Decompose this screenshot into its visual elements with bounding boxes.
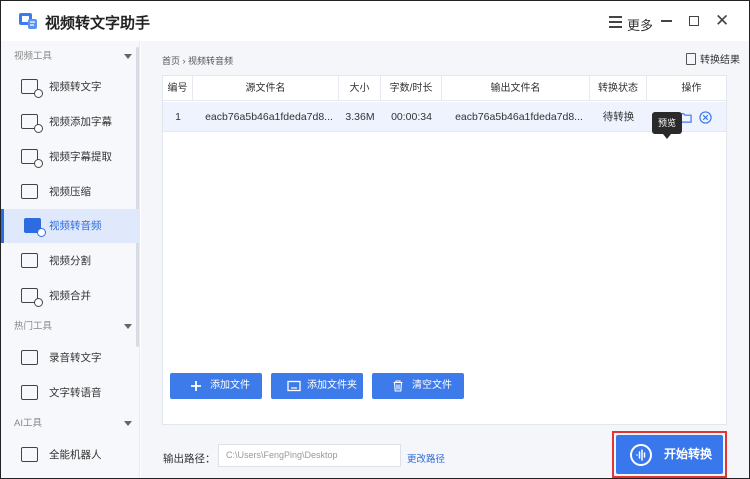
- change-path-link[interactable]: 更改路径: [407, 451, 445, 465]
- video-text-icon: [21, 79, 43, 98]
- cell-output-name: eacb76a5b46a1fdeda7d8...: [455, 111, 583, 123]
- delete-circle-icon[interactable]: [699, 111, 712, 124]
- cell-duration: 00:00:34: [391, 111, 432, 123]
- cell-index: 1: [175, 111, 181, 123]
- sidebar-item-text-to-speech[interactable]: 文字转语音: [1, 376, 140, 410]
- title-bar: 视频转文字助手 更多 ✕: [1, 1, 749, 41]
- plus-icon: [191, 381, 201, 391]
- start-button-highlight: 开始转换: [612, 431, 727, 478]
- sidebar-item-robot[interactable]: 全能机器人: [1, 438, 140, 472]
- column-header: 大小: [339, 76, 381, 101]
- main-content: 首页 › 视频转音频 转换结果 编号 源文件名 大小 字数/时长 输出文件名 转…: [141, 41, 749, 478]
- column-header: 转换状态: [590, 76, 647, 101]
- sidebar-item-recording-to-text[interactable]: 录音转文字: [1, 341, 140, 375]
- more-menu[interactable]: 更多: [627, 15, 653, 34]
- table-header: 编号 源文件名 大小 字数/时长 输出文件名 转换状态 操作: [163, 76, 726, 101]
- video-subtitle-icon: [21, 114, 43, 133]
- sidebar-item-video-to-text[interactable]: 视频转文字: [1, 70, 140, 104]
- sidebar-item-merge[interactable]: 视频合并: [1, 279, 140, 313]
- video-merge-icon: [21, 288, 43, 307]
- menu-icon[interactable]: [609, 16, 622, 31]
- chevron-down-icon: [124, 421, 132, 426]
- cell-source-name: eacb76a5b46a1fdeda7d8...: [205, 111, 333, 123]
- table-row[interactable]: 1 eacb76a5b46a1fdeda7d8... 3.36M 00:00:3…: [163, 102, 726, 132]
- sidebar-item-extract-subtitles[interactable]: 视频字幕提取: [1, 140, 140, 174]
- column-header: 源文件名: [193, 76, 339, 101]
- sidebar-item-add-subtitles[interactable]: 视频添加字幕: [1, 105, 140, 139]
- app-title: 视频转文字助手: [45, 15, 151, 32]
- audio-wave-icon: [630, 444, 652, 466]
- output-path-label: 输出路径：: [163, 453, 216, 465]
- cell-size: 3.36M: [345, 111, 375, 123]
- maximize-button[interactable]: [689, 16, 699, 26]
- sidebar-item-compress[interactable]: 视频压缩: [1, 175, 140, 209]
- sidebar-section-hot-tools[interactable]: 热门工具: [1, 315, 140, 339]
- chevron-down-icon: [124, 54, 132, 59]
- sidebar: 视频工具 视频转文字 视频添加字幕 视频字幕提取 视频压缩 视频转音频 视频分割…: [1, 41, 140, 478]
- tv-icon: [21, 184, 38, 199]
- breadcrumb: 首页 › 视频转音频: [162, 56, 233, 66]
- app-logo-icon: [19, 13, 37, 29]
- conversion-results-link[interactable]: 转换结果: [686, 51, 740, 66]
- add-folder-button[interactable]: 添加文件夹: [271, 373, 363, 399]
- start-conversion-button[interactable]: 开始转换: [616, 435, 723, 474]
- text-speech-icon: [21, 385, 38, 400]
- sidebar-section-ai-tools[interactable]: AI工具: [1, 412, 140, 436]
- file-list-panel: 编号 源文件名 大小 字数/时长 输出文件名 转换状态 操作 预览 1 eacb…: [162, 75, 727, 425]
- video-split-icon: [21, 253, 38, 268]
- document-icon: [686, 53, 696, 65]
- clear-files-button[interactable]: 清空文件: [372, 373, 464, 399]
- robot-icon: [21, 447, 38, 462]
- sidebar-section-video-tools[interactable]: 视频工具: [1, 45, 140, 69]
- chevron-down-icon: [124, 324, 132, 329]
- add-file-button[interactable]: 添加文件: [170, 373, 262, 399]
- cell-status: 待转换: [602, 111, 635, 123]
- preview-tooltip: 预览: [652, 112, 682, 139]
- microphone-icon: [21, 350, 38, 365]
- subtitle-extract-icon: [21, 149, 43, 168]
- column-header: 字数/时长: [381, 76, 442, 101]
- column-header: 输出文件名: [442, 76, 590, 101]
- column-header: 操作: [681, 83, 702, 94]
- sidebar-item-split[interactable]: 视频分割: [1, 244, 140, 278]
- sidebar-item-video-to-audio[interactable]: 视频转音频: [1, 209, 140, 243]
- minimize-button[interactable]: [661, 20, 672, 22]
- folder-icon: [287, 380, 301, 392]
- close-window-button[interactable]: ✕: [715, 11, 729, 31]
- video-audio-icon: [24, 218, 46, 237]
- trash-icon: [393, 380, 403, 392]
- column-header: 编号: [163, 76, 193, 101]
- output-path-field[interactable]: C:\Users\FengPing\Desktop: [218, 444, 401, 467]
